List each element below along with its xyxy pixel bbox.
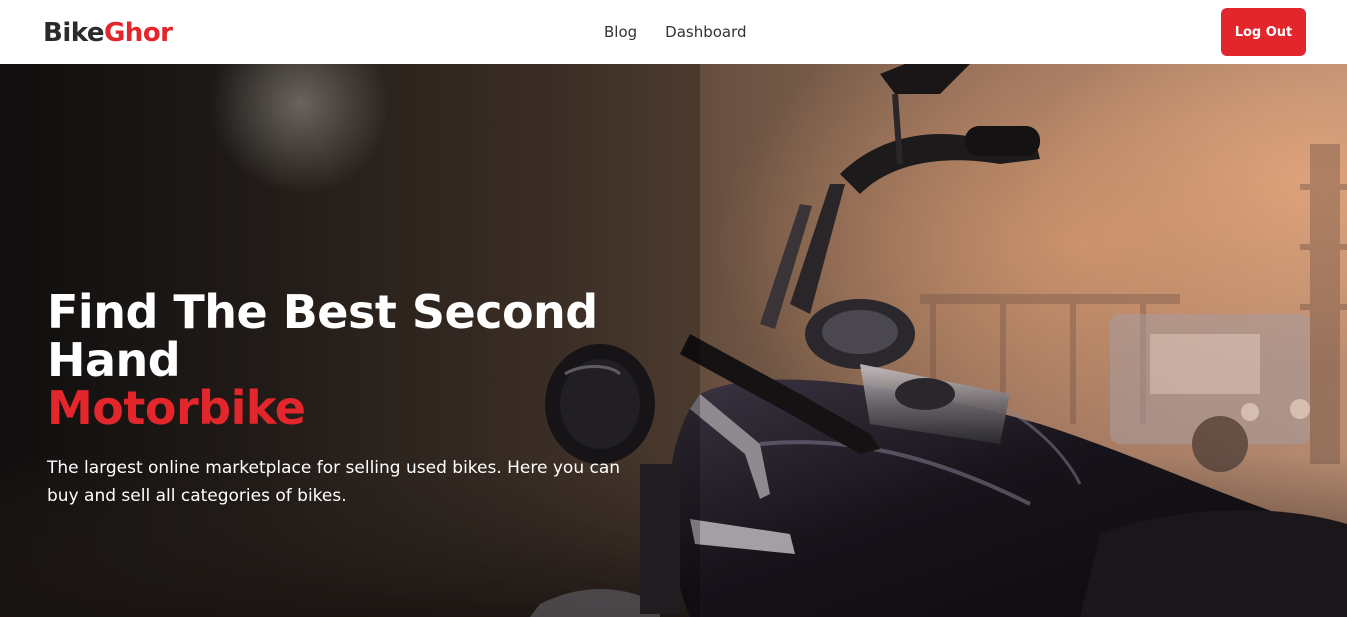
brand-logo-part1: Bike bbox=[43, 18, 104, 48]
navbar: BikeGhor Blog Dashboard Log Out bbox=[0, 0, 1347, 64]
logout-button[interactable]: Log Out bbox=[1221, 8, 1306, 56]
hero-description: The largest online marketplace for selli… bbox=[47, 458, 621, 506]
hero-content: Find The Best Second Hand Motorbike The … bbox=[47, 288, 667, 510]
nav-link-blog[interactable]: Blog bbox=[590, 20, 651, 44]
hero-title: Find The Best Second Hand Motorbike bbox=[47, 288, 667, 432]
nav-links: Blog Dashboard bbox=[590, 20, 761, 44]
brand-logo[interactable]: BikeGhor bbox=[43, 16, 173, 50]
background-truck bbox=[1110, 314, 1310, 472]
hero-title-line1: Find The Best Second Hand bbox=[47, 285, 598, 387]
hero-title-accent: Motorbike bbox=[47, 381, 306, 435]
nav-link-dashboard[interactable]: Dashboard bbox=[651, 20, 760, 44]
brand-logo-part2: Ghor bbox=[103, 18, 173, 48]
hero-banner: Find The Best Second Hand Motorbike The … bbox=[0, 64, 1347, 617]
